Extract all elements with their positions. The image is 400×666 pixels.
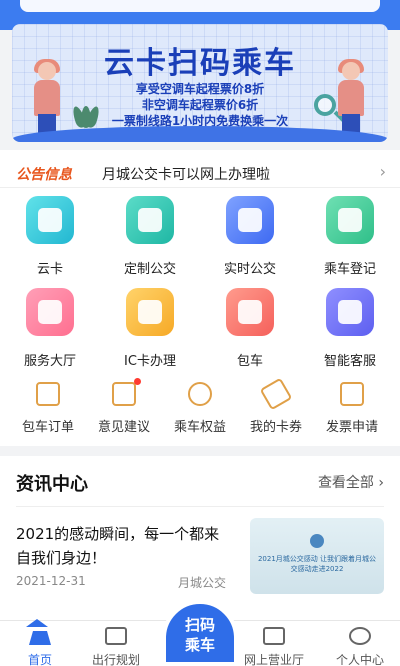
badge-icon	[188, 382, 212, 406]
scan-to-ride-button[interactable]: 扫码 乘车	[162, 600, 238, 666]
nav-label: 首页	[27, 653, 52, 666]
ic-card-icon	[126, 288, 174, 336]
shortcut-label: 乘车权益	[173, 420, 226, 435]
service-hall-icon	[26, 288, 74, 336]
thumbnail-caption: 2021月城公交感动 让我们跟着月城公交感动走进2022	[257, 555, 377, 573]
shortcut-label: 发票申请	[325, 420, 378, 435]
feedback-icon	[112, 382, 136, 406]
bus-icon	[126, 196, 174, 244]
service-realtime-bus[interactable]: 实时公交	[200, 196, 300, 286]
view-all-link[interactable]: 查看全部 ›	[318, 472, 384, 492]
view-all-label: 查看全部	[317, 475, 374, 491]
divider	[16, 506, 384, 507]
banner-plant-illustration	[70, 98, 102, 130]
robot-icon	[326, 288, 374, 336]
shortcut-label: 包车订单	[21, 420, 74, 435]
card-icon	[26, 196, 74, 244]
service-hall[interactable]: 服务大厅	[0, 288, 100, 378]
realtime-bus-icon	[226, 196, 274, 244]
person-icon	[349, 627, 371, 645]
service-ride-register[interactable]: 乘车登记	[300, 196, 400, 286]
notification-dot	[134, 378, 141, 385]
promo-banner[interactable]: 云卡扫码乘车 享受空调车起程票价8折 非空调车起程票价6折 一票制线路1小时内免…	[12, 24, 388, 142]
service-label: 云卡	[36, 262, 63, 277]
services-card: 公告信息 月城公交卡可以网上办理啦 › 云卡 定制公交 实时公交 乘车登记 服务…	[0, 150, 400, 446]
service-yun-card[interactable]: 云卡	[0, 196, 100, 286]
invoice-icon	[340, 382, 364, 406]
news-item-source: 月城公交	[178, 576, 227, 590]
banner-person-right-illustration	[334, 59, 368, 134]
order-icon	[36, 382, 60, 406]
car-icon	[226, 288, 274, 336]
news-heading: 资讯中心	[16, 474, 88, 495]
service-custom-bus[interactable]: 定制公交	[100, 196, 200, 286]
nav-label: 个人中心	[335, 653, 384, 666]
banner-person-left-illustration	[30, 59, 64, 134]
service-label: 服务大厅	[23, 354, 76, 369]
shortcut-row: 包车订单 意见建议 乘车权益 我的卡券 发票申请	[0, 377, 400, 442]
shortcut-label: 我的卡券	[249, 420, 302, 435]
scan-label-line-1: 扫码	[184, 616, 215, 634]
service-label: 智能客服	[323, 354, 376, 369]
service-smart-support[interactable]: 智能客服	[300, 288, 400, 378]
building-icon	[263, 627, 285, 645]
chevron-right-icon[interactable]: ›	[380, 162, 386, 181]
nav-label: 出行规划	[91, 653, 140, 666]
news-item-date: 2021-12-31	[16, 574, 86, 588]
service-ic-card[interactable]: IC卡办理	[100, 288, 200, 378]
news-center: 资讯中心 查看全部 › 2021的感动瞬间，每一个都来自我们身边！ 2021-1…	[0, 456, 400, 621]
home-icon	[26, 619, 51, 645]
nav-travel-planning[interactable]: 出行规划	[76, 621, 156, 666]
shortcut-label: 意见建议	[97, 420, 150, 435]
bus-stop-icon	[105, 627, 127, 645]
service-label: 定制公交	[123, 262, 176, 277]
notice-text[interactable]: 月城公交卡可以网上办理啦	[102, 164, 270, 184]
ticket-register-icon	[326, 196, 374, 244]
banner-title: 云卡扫码乘车	[104, 46, 296, 81]
scan-label-line-2: 乘车	[184, 636, 215, 654]
magnifier-icon	[314, 94, 336, 116]
search-bar[interactable]	[20, 0, 380, 12]
service-label: 乘车登记	[323, 262, 376, 277]
news-item-title[interactable]: 2021的感动瞬间，每一个都来自我们身边！	[16, 522, 228, 570]
service-label: 实时公交	[223, 262, 276, 277]
nav-label: 网上营业厅	[243, 653, 304, 666]
banner-line-1: 享受空调车起程票价8折	[135, 82, 265, 96]
notice-bar[interactable]: 公告信息 月城公交卡可以网上办理啦 ›	[0, 158, 400, 188]
service-charter[interactable]: 包车	[200, 288, 300, 378]
nav-profile[interactable]: 个人中心	[320, 621, 400, 666]
logo-icon	[310, 534, 324, 548]
notice-tag: 公告信息	[16, 167, 72, 183]
nav-home[interactable]: 首页	[0, 619, 80, 666]
nav-online-hall[interactable]: 网上营业厅	[234, 621, 314, 666]
service-label: 包车	[236, 354, 263, 369]
service-label: IC卡办理	[124, 354, 176, 369]
news-item-thumbnail[interactable]: 2021月城公交感动 让我们跟着月城公交感动走进2022	[250, 518, 384, 594]
coupon-icon	[259, 377, 293, 411]
